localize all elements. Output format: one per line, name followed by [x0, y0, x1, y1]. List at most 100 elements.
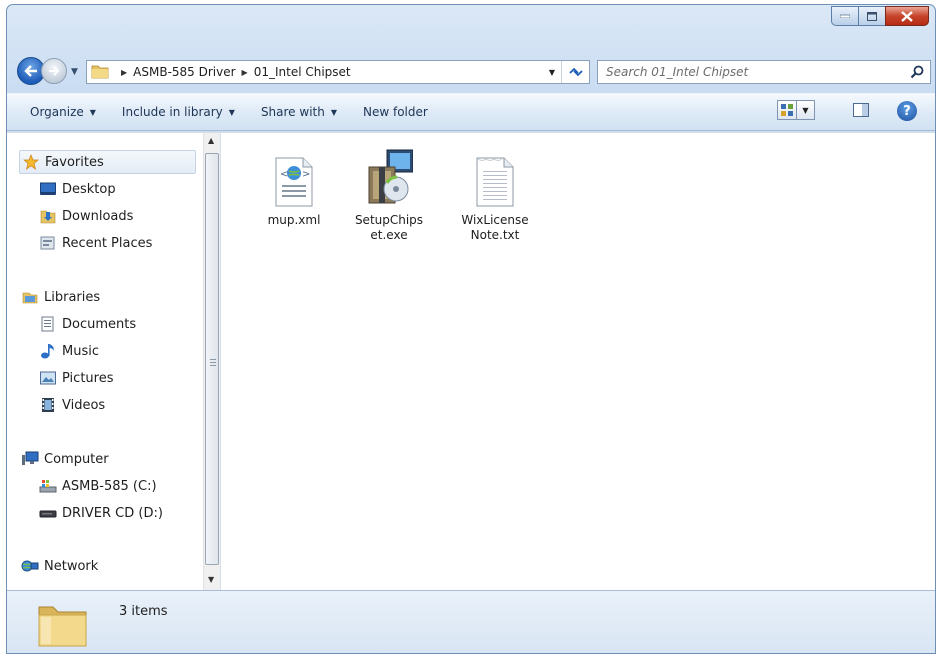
- folder-icon: [91, 63, 109, 82]
- computer-icon: [21, 450, 39, 468]
- nav-computer[interactable]: Computer: [21, 447, 109, 471]
- nav-computer-label: Computer: [44, 451, 109, 467]
- caption-buttons: [831, 6, 929, 26]
- address-bar[interactable]: ▶ ASMB-585 Driver ▶ 01_Intel Chipset ▼: [86, 60, 590, 84]
- nav-network[interactable]: Network: [21, 554, 98, 578]
- file-name-line: SetupChips: [354, 213, 424, 227]
- documents-icon: [39, 315, 57, 333]
- file-item-mup-xml[interactable]: < > mup.xml: [257, 151, 331, 228]
- address-history-dropdown[interactable]: ▼: [549, 68, 555, 77]
- include-in-library-label: Include in library: [121, 105, 223, 119]
- minimize-icon: [840, 14, 850, 18]
- change-view-button[interactable]: ▼: [777, 100, 815, 120]
- nav-videos-label: Videos: [62, 397, 106, 413]
- file-name-label: mup.xml: [267, 213, 321, 227]
- breadcrumb-01-intel-chipset[interactable]: 01_Intel Chipset: [254, 65, 351, 79]
- nav-drive-d-label: DRIVER CD (D:): [62, 505, 163, 521]
- nav-drive-d[interactable]: DRIVER CD (D:): [39, 501, 163, 525]
- help-icon: ?: [903, 103, 911, 119]
- file-name-line: WixLicense: [461, 213, 529, 227]
- nav-videos[interactable]: Videos: [39, 393, 105, 417]
- folder-icon: [37, 599, 89, 652]
- libraries-icon: [21, 288, 39, 306]
- forward-button[interactable]: [41, 58, 67, 84]
- file-item-setupchipset-exe[interactable]: SetupChips et.exe: [352, 147, 426, 243]
- nav-network-label: Network: [44, 558, 99, 574]
- scroll-up-icon[interactable]: ▲: [208, 136, 214, 145]
- close-button[interactable]: [885, 6, 929, 26]
- new-folder-button[interactable]: New folder: [350, 98, 441, 126]
- explorer-window: ▼ ▶ ASMB-585 Driver ▶ 01_Intel Chipset ▼…: [6, 4, 936, 654]
- nav-downloads[interactable]: Downloads: [39, 204, 133, 228]
- file-name-line: Note.txt: [470, 228, 520, 242]
- share-with-label: Share with: [260, 105, 325, 119]
- dropdown-arrow-icon: ▼: [330, 107, 337, 117]
- nav-desktop[interactable]: Desktop: [39, 177, 116, 201]
- star-icon: [22, 153, 40, 171]
- nav-music[interactable]: Music: [39, 339, 99, 363]
- system-drive-icon: [39, 477, 57, 495]
- minimize-button[interactable]: [831, 6, 858, 26]
- organize-menu[interactable]: Organize ▼: [7, 98, 109, 126]
- share-with-menu[interactable]: Share with ▼: [248, 98, 350, 126]
- nav-drive-c-label: ASMB-585 (C:): [62, 478, 157, 494]
- refresh-button[interactable]: [561, 61, 589, 83]
- file-item-wixlicensenote-txt[interactable]: WixLicense Note.txt: [458, 151, 532, 243]
- cd-drive-icon: [39, 504, 57, 522]
- xml-file-icon: < >: [270, 151, 318, 207]
- breadcrumb-separator-icon[interactable]: ▶: [121, 68, 127, 77]
- dropdown-arrow-icon: ▼: [228, 107, 235, 117]
- svg-text:<: <: [280, 169, 288, 180]
- scrollbar-grip: [210, 359, 216, 366]
- nav-favorites-label: Favorites: [45, 154, 104, 170]
- item-count-label: 3 items: [119, 604, 168, 619]
- content-area: Favorites Desktop Downloads Recent Place…: [7, 132, 935, 591]
- nav-recent-places[interactable]: Recent Places: [39, 231, 152, 255]
- nav-libraries-label: Libraries: [44, 289, 101, 305]
- include-in-library-menu[interactable]: Include in library ▼: [109, 98, 248, 126]
- recent-pages-dropdown[interactable]: ▼: [71, 67, 78, 77]
- dropdown-arrow-icon: ▼: [89, 107, 96, 117]
- file-name-line: et.exe: [370, 228, 408, 242]
- maximize-icon: [867, 11, 877, 21]
- preview-pane-button[interactable]: [853, 103, 869, 120]
- nav-downloads-label: Downloads: [62, 208, 134, 224]
- nav-pictures-label: Pictures: [62, 370, 114, 386]
- forward-arrow-icon: [49, 66, 60, 76]
- help-button[interactable]: ?: [897, 101, 917, 121]
- setup-exe-icon: [365, 147, 413, 207]
- refresh-icon: [568, 67, 583, 77]
- new-folder-label: New folder: [363, 105, 428, 119]
- search-box[interactable]: [597, 60, 931, 84]
- nav-libraries[interactable]: Libraries: [21, 285, 100, 309]
- nav-pictures[interactable]: Pictures: [39, 366, 113, 390]
- nav-documents-label: Documents: [62, 316, 137, 332]
- search-icon[interactable]: [910, 65, 924, 82]
- svg-text:>: >: [302, 169, 310, 180]
- breadcrumb-asmb-585-driver[interactable]: ASMB-585 Driver: [133, 65, 235, 79]
- text-file-icon: [471, 151, 519, 207]
- nav-desktop-label: Desktop: [62, 181, 116, 197]
- pictures-icon: [39, 369, 57, 387]
- details-pane: 3 items: [7, 590, 935, 653]
- view-icon[interactable]: [777, 100, 797, 120]
- nav-favorites[interactable]: Favorites: [19, 150, 196, 174]
- close-icon: [901, 10, 913, 22]
- preview-pane-icon: [853, 103, 869, 117]
- recent-places-icon: [39, 234, 57, 252]
- desktop-icon: [39, 180, 57, 198]
- nav-drive-c[interactable]: ASMB-585 (C:): [39, 474, 157, 498]
- scroll-down-icon[interactable]: ▼: [208, 575, 214, 584]
- organize-label: Organize: [30, 105, 84, 119]
- music-icon: [39, 342, 57, 360]
- network-icon: [21, 557, 39, 575]
- search-input[interactable]: [606, 65, 896, 79]
- maximize-button[interactable]: [858, 6, 885, 26]
- navigation-scrollbar[interactable]: ▲ ▼: [203, 133, 220, 591]
- downloads-icon: [39, 207, 57, 225]
- file-name-label: SetupChips et.exe: [355, 213, 423, 243]
- nav-documents[interactable]: Documents: [39, 312, 136, 336]
- scrollbar-thumb[interactable]: [205, 153, 219, 565]
- breadcrumb-separator-icon[interactable]: ▶: [242, 68, 248, 77]
- view-options-dropdown[interactable]: ▼: [797, 100, 815, 120]
